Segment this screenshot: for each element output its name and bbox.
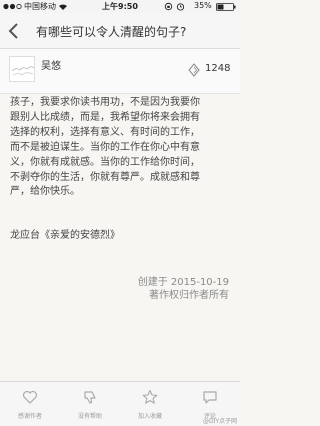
answer-line: 严，给你快乐。	[10, 186, 80, 198]
tab-not-helpful[interactable]: 没有帮助	[60, 382, 120, 426]
tab-label: 加入收藏	[137, 413, 162, 420]
created-date: 创建于 2015-10-19	[137, 277, 229, 288]
star-icon	[142, 389, 158, 404]
answer-line: 不剥夺你的生活，你就有尊严。成就感和尊	[10, 171, 200, 183]
thumbs-down-icon	[84, 391, 96, 404]
bottom-tab-bar: 感谢作者 没有帮助 加入收藏 评论 @DIY点子网	[0, 381, 240, 426]
answer-line: 孩子，我要求你读书用功，不是因为我要你	[10, 97, 200, 108]
status-bar: 中国移动 上午9:50 35%	[0, 0, 240, 13]
comment-icon	[203, 391, 217, 404]
navigation-bar: 有哪些可以令人清醒的句子?	[0, 13, 240, 49]
upvote-icon[interactable]	[188, 63, 200, 77]
rotation-lock-icon	[164, 2, 173, 11]
vote-count: 1248	[205, 63, 231, 74]
answer-line: 选择的权利，选择有意义、有时间的工作，	[10, 126, 200, 138]
answer-line: 而不是被迫谋生。当你的工作在你心中有意	[10, 141, 200, 153]
question-title: 有哪些可以令人清醒的句子?	[36, 25, 187, 39]
tab-label: 感谢作者	[17, 413, 42, 420]
answer-line: 义，你就有成就感。当你的工作给你时间，	[10, 156, 200, 168]
author-row[interactable]: 吴悠 1248	[0, 49, 240, 94]
tab-label: 没有帮助	[77, 413, 102, 420]
battery-percentage: 35%	[194, 1, 212, 10]
heart-icon	[22, 390, 38, 404]
tab-add-favorite[interactable]: 加入收藏	[120, 382, 180, 426]
back-arrow-icon[interactable]	[6, 22, 22, 40]
watermark-text: @DIY点子网	[202, 418, 237, 425]
alarm-icon	[176, 3, 185, 11]
answer-content: 孩子，我要求你读书用功，不是因为我要你 跟别人比成绩，而是，我希望你将来会拥有 …	[10, 96, 234, 241]
avatar-image-icon	[10, 57, 34, 81]
answer-meta: 创建于 2015-10-19 著作权归作者所有	[138, 276, 229, 302]
avatar[interactable]	[9, 56, 35, 82]
tab-thank-author[interactable]: 感谢作者	[0, 382, 60, 426]
quote-source: 龙应台《亲爱的安德烈》	[10, 230, 120, 241]
author-name[interactable]: 吴悠	[41, 57, 61, 72]
battery-icon	[216, 3, 236, 11]
copyright-notice: 著作权归作者所有	[149, 290, 229, 301]
answer-line: 跟别人比成绩，而是，我希望你将来会拥有	[10, 111, 200, 123]
